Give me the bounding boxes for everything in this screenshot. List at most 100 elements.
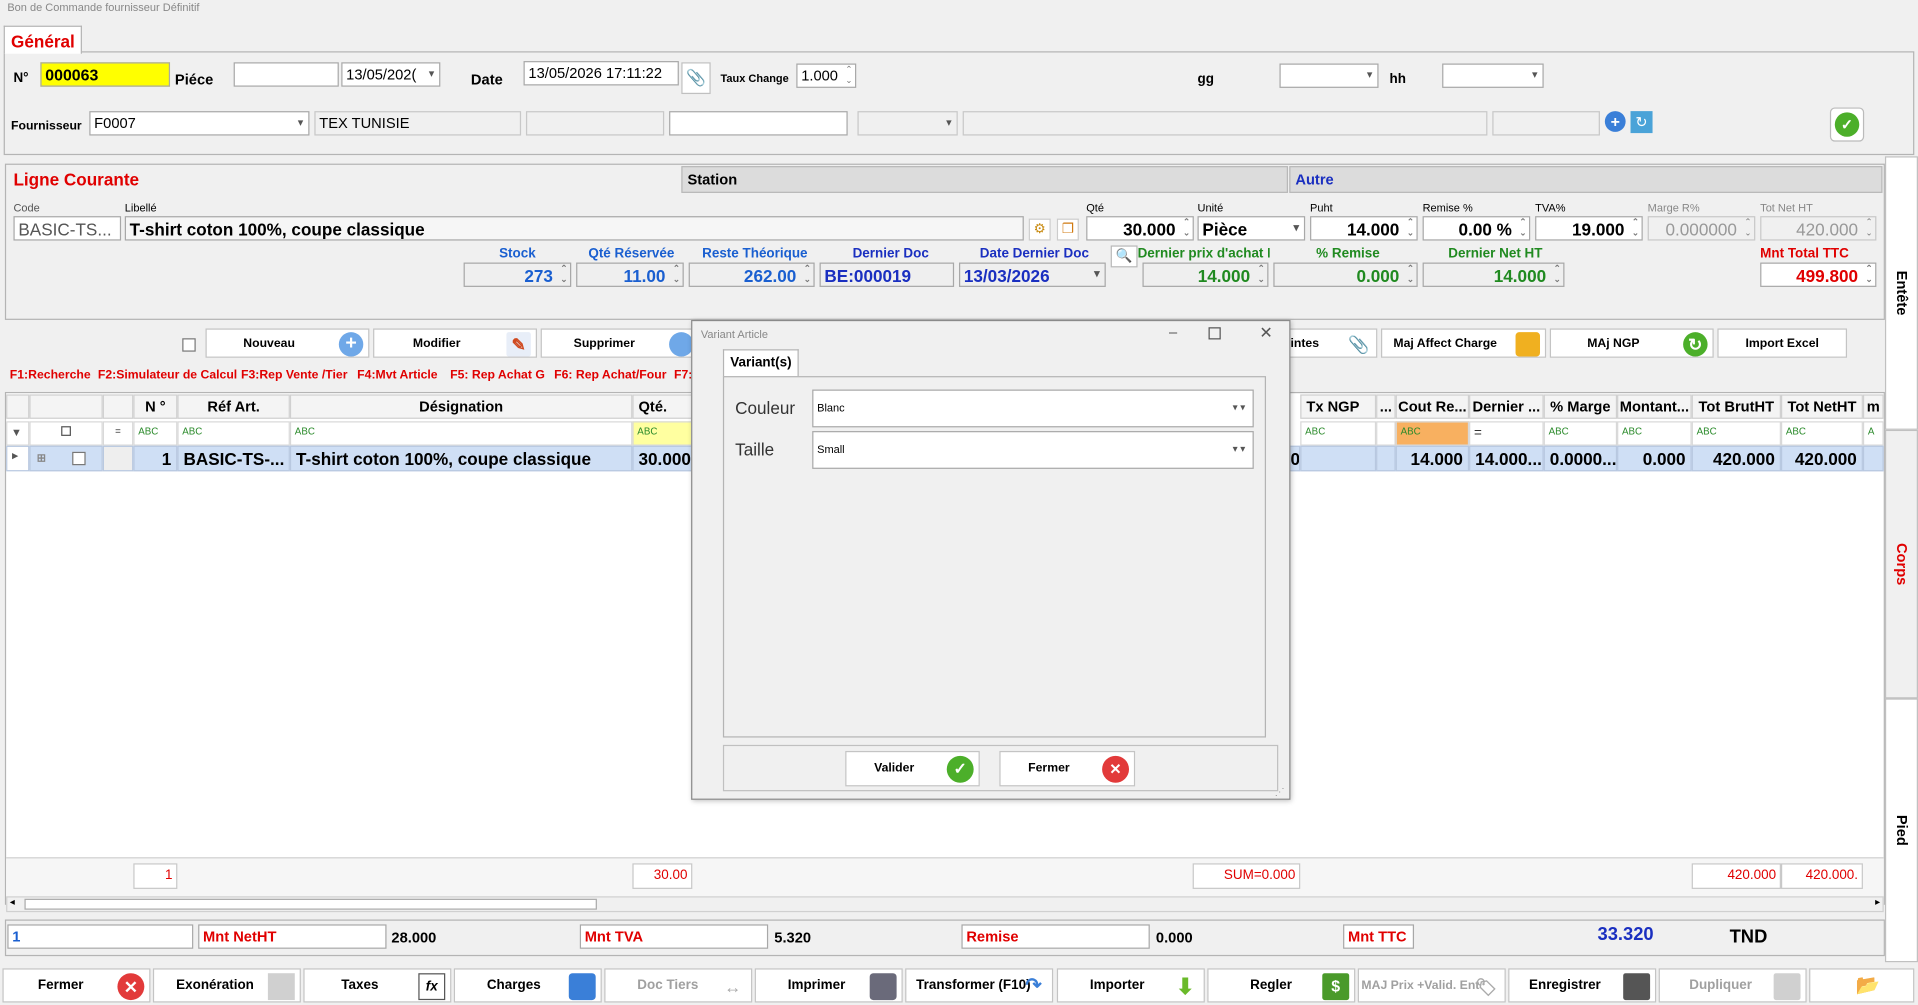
row-hidden-tail[interactable]: 0	[1289, 445, 1301, 472]
grid-header-ref[interactable]: Réf Art.	[177, 394, 290, 419]
enregistrer-button[interactable]: Enregistrer	[1508, 968, 1657, 1003]
regler-button[interactable]: Regler $	[1207, 968, 1356, 1003]
exoneration-button[interactable]: Exonération	[152, 968, 301, 1003]
filter-abc-icon[interactable]: A	[1862, 421, 1884, 446]
filter-abc-icon[interactable]: ABC	[289, 421, 633, 446]
supprimer-button[interactable]: Supprimer	[540, 328, 694, 358]
filter-cell[interactable]	[1376, 421, 1396, 446]
horizontal-scrollbar[interactable]: ◂ ▸	[6, 896, 1884, 913]
select-all-checkbox[interactable]	[182, 338, 196, 352]
side-tab-entete[interactable]: Entête	[1884, 156, 1918, 430]
expand-icon[interactable]: ⊞	[37, 452, 46, 465]
row-more[interactable]	[1376, 445, 1396, 472]
tab-general[interactable]: Général	[3, 25, 83, 54]
row-numero[interactable]: 1	[133, 445, 178, 472]
piece-field[interactable]	[233, 62, 339, 87]
modifier-button[interactable]: Modifier ✎	[373, 328, 537, 358]
scroll-left-icon[interactable]: ◂	[10, 896, 15, 907]
filter-abc-icon[interactable]: ABC	[1617, 421, 1692, 446]
fournisseur-code-dropdown[interactable]: F0007	[89, 111, 310, 136]
grid-header-m[interactable]: m	[1862, 394, 1884, 419]
filter-abc-icon[interactable]: ABC	[1691, 421, 1781, 446]
importer-button[interactable]: Importer ⬇	[1056, 968, 1205, 1003]
side-tab-corps[interactable]: Corps	[1884, 429, 1918, 699]
nouveau-button[interactable]: Nouveau +	[205, 328, 370, 358]
filter-equal-icon[interactable]: =	[1469, 421, 1544, 446]
grid-header-tx-ngp[interactable]: Tx NGP	[1300, 394, 1377, 419]
remise-field[interactable]: 0.00 %	[1422, 216, 1531, 241]
hh-dropdown[interactable]	[1442, 63, 1544, 88]
magnifier-icon[interactable]: 🔍	[1110, 245, 1138, 268]
grid-header-qte[interactable]: Qté.	[632, 394, 693, 419]
row-net[interactable]: 420.000	[1780, 445, 1863, 472]
row-marge[interactable]: 0.0000...	[1543, 445, 1618, 472]
row-dernier[interactable]: 14.000...	[1469, 445, 1544, 472]
imprimer-button[interactable]: Imprimer	[754, 968, 903, 1003]
row-brut[interactable]: 420.000	[1691, 445, 1781, 472]
charges-button[interactable]: Charges	[453, 968, 602, 1003]
filter-abc-icon[interactable]: ABC	[1780, 421, 1863, 446]
grid-header-net[interactable]: Tot NetHT	[1780, 394, 1863, 419]
maximize-icon[interactable]	[1208, 327, 1221, 340]
tab-variants[interactable]: Variant(s)	[722, 349, 799, 378]
row-m[interactable]	[1862, 445, 1884, 472]
code-field[interactable]: BASIC-TS...	[13, 216, 122, 241]
maj-affect-button[interactable]: Maj Affect Charge	[1380, 328, 1547, 358]
filter-checkbox[interactable]	[61, 426, 71, 436]
taux-field[interactable]: 1.000	[796, 63, 857, 88]
validate-header-button[interactable]: ✓	[1829, 107, 1865, 142]
row-qte[interactable]: 30.000	[632, 445, 693, 472]
row-ref[interactable]: BASIC-TS-...	[177, 445, 290, 472]
gg-dropdown[interactable]	[1279, 63, 1379, 88]
grid-header-brut[interactable]: Tot BrutHT	[1691, 394, 1781, 419]
filter-abc-icon[interactable]: ABC	[133, 421, 178, 446]
filter-abc-icon[interactable]: ABC	[1300, 421, 1377, 446]
row-montant[interactable]: 0.000	[1617, 445, 1692, 472]
grid-header-cout[interactable]: Cout Re...	[1395, 394, 1470, 419]
filter-abc-icon[interactable]: ABC	[1395, 421, 1470, 446]
taxes-button[interactable]: Taxes fx	[303, 968, 452, 1003]
minimize-icon[interactable]: –	[1163, 321, 1183, 345]
grid-header-numero[interactable]: N °	[133, 394, 178, 419]
maj-ngp-button[interactable]: MAj NGP ↻	[1549, 328, 1714, 358]
filter-equal-icon[interactable]: =	[102, 421, 134, 446]
scrollbar-thumb[interactable]	[24, 898, 597, 910]
numero-field[interactable]: 000063	[40, 62, 171, 87]
filter-icon[interactable]: ▼	[6, 421, 30, 446]
row-button[interactable]	[102, 445, 134, 472]
grid-header-montant[interactable]: Montant...	[1617, 394, 1692, 419]
fournisseur-ref-field[interactable]	[669, 111, 848, 136]
tva-field[interactable]: 19.000	[1535, 216, 1643, 241]
valider-button[interactable]: Valider ✓	[845, 750, 980, 787]
date-field[interactable]: 13/05/2026 17:11:22	[523, 61, 679, 86]
filter-abc-icon[interactable]: ABC	[177, 421, 290, 446]
dialog-close-icon[interactable]: ✕	[1256, 321, 1276, 345]
import-excel-button[interactable]: Import Excel	[1717, 328, 1848, 358]
piece-date-picker[interactable]: 13/05/202(	[341, 62, 441, 87]
tab-autre[interactable]: Autre	[1289, 166, 1883, 193]
attach-icon[interactable]: 📎	[681, 62, 711, 95]
filter-abc-icon[interactable]: ABC	[1543, 421, 1618, 446]
filter-abc-icon[interactable]: ABC	[632, 421, 693, 446]
resize-grip-icon[interactable]: ⋰	[1275, 786, 1285, 797]
dialog-fermer-button[interactable]: Fermer ✕	[999, 750, 1136, 787]
taille-dropdown[interactable]: Small ▾ ▾	[812, 431, 1254, 469]
qte-field[interactable]: 30.000	[1086, 216, 1194, 241]
grid-header-dernier[interactable]: Dernier ...	[1469, 394, 1544, 419]
grid-header-marge[interactable]: % Marge	[1543, 394, 1618, 419]
article-search-icon[interactable]: ⚙	[1028, 218, 1051, 241]
libelle-field[interactable]: T-shirt coton 100%, coupe classique	[124, 216, 1024, 241]
grid-header-more[interactable]: ...	[1376, 394, 1396, 419]
transformer-button[interactable]: Transformer (F10) ↷	[905, 968, 1054, 1003]
unite-dropdown[interactable]: Pièce	[1197, 216, 1306, 241]
tab-station[interactable]: Station	[681, 166, 1289, 193]
add-fournisseur-icon[interactable]: +	[1604, 111, 1626, 132]
grid-header-designation[interactable]: Désignation	[289, 394, 633, 419]
puht-field[interactable]: 14.000	[1310, 216, 1418, 241]
row-cout[interactable]: 14.000	[1395, 445, 1470, 472]
couleur-dropdown[interactable]: Blanc ▾ ▾	[812, 389, 1254, 428]
pieces-jointes-button[interactable]: intes 📎	[1289, 328, 1378, 358]
side-tab-pied[interactable]: Pied	[1884, 698, 1918, 963]
row-checkbox[interactable]	[72, 451, 86, 466]
fermer-button[interactable]: Fermer ✕	[2, 968, 151, 1003]
